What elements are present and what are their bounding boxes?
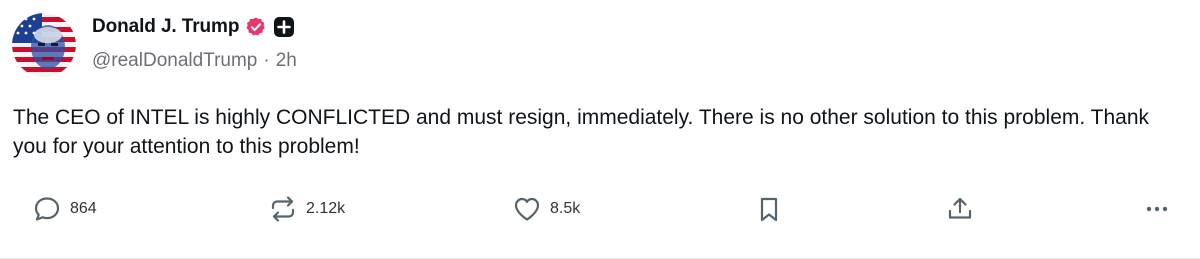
plus-badge-icon xyxy=(273,16,295,38)
like-button[interactable]: 8.5k xyxy=(512,189,580,229)
more-horizontal-icon xyxy=(1142,194,1172,224)
separator-dot: · xyxy=(263,50,270,71)
author-name-row: Donald J. Trump xyxy=(92,14,295,40)
reply-icon xyxy=(32,194,62,224)
action-bar: 864 2.12k 8.5k xyxy=(0,189,1200,229)
post-text: The CEO of INTEL is highly CONFLICTED an… xyxy=(13,106,1150,158)
handle-row: @realDonaldTrump · 2h xyxy=(92,50,297,72)
share-button[interactable] xyxy=(945,189,975,229)
bookmark-button[interactable] xyxy=(754,189,784,229)
avatar[interactable] xyxy=(12,13,76,77)
author-handle[interactable]: @realDonaldTrump xyxy=(92,50,257,72)
heart-icon xyxy=(512,194,542,224)
share-upload-icon xyxy=(945,194,975,224)
american-flag-portrait-avatar-icon xyxy=(12,13,76,77)
verified-badge-icon xyxy=(245,16,267,38)
reply-button[interactable]: 864 xyxy=(32,189,97,229)
repost-count: 2.12k xyxy=(306,200,346,217)
more-options-button[interactable] xyxy=(1142,189,1172,229)
reply-count: 864 xyxy=(70,200,97,217)
post-time[interactable]: 2h xyxy=(276,50,297,72)
author-display-name[interactable]: Donald J. Trump xyxy=(92,16,239,38)
bookmark-icon xyxy=(754,194,784,224)
repost-button[interactable]: 2.12k xyxy=(268,189,345,229)
repost-icon xyxy=(268,194,298,224)
post-card: Donald J. Trump @realDonaldTrump · 2h Th… xyxy=(0,0,1200,259)
like-count: 8.5k xyxy=(550,200,581,217)
